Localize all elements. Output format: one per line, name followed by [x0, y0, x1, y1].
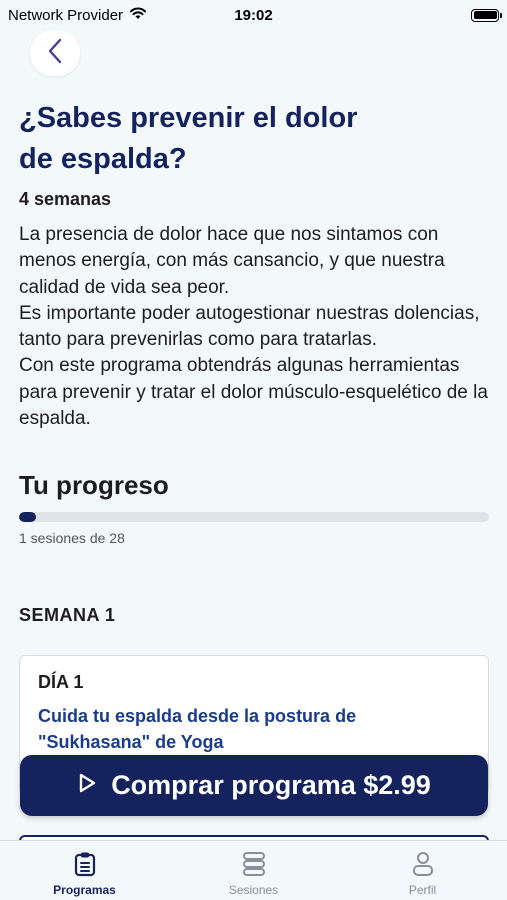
stack-icon — [241, 850, 267, 878]
description-paragraph: Con este programa obtendrás algunas herr… — [19, 355, 488, 430]
progress-bar — [19, 512, 489, 522]
tab-bar: Programas Sesiones Perfil — [0, 840, 507, 900]
progress-text: 1 sesiones de 28 — [19, 530, 125, 546]
progress-title: Tu progreso — [19, 470, 169, 500]
session-link[interactable]: Cuida tu espalda desde la postura de "Su… — [38, 703, 458, 755]
status-bar: Network Provider 19:02 — [0, 0, 507, 30]
program-description: La presencia de dolor hace que nos sinta… — [19, 222, 489, 432]
tab-label: Perfil — [408, 883, 437, 897]
clipboard-icon — [72, 850, 98, 878]
tab-programas[interactable]: Programas — [0, 841, 169, 900]
description-paragraph: La presencia de dolor hace que nos sinta… — [19, 224, 445, 298]
person-icon — [410, 850, 436, 878]
page-title: ¿Sabes prevenir el dolor de espalda? — [19, 98, 479, 180]
carrier-label: Network Provider — [8, 6, 124, 24]
status-left: Network Provider — [8, 6, 147, 24]
buy-program-label: Comprar programa $2.99 — [111, 770, 431, 800]
day-label: DÍA 1 — [38, 672, 84, 692]
page-title-line2: de espalda? — [19, 143, 187, 175]
program-duration: 4 semanas — [19, 189, 112, 209]
tab-label: Programas — [53, 883, 116, 897]
tab-perfil[interactable]: Perfil — [338, 841, 507, 900]
back-button[interactable] — [30, 30, 80, 76]
wifi-icon — [129, 6, 147, 24]
week-label: SEMANA 1 — [19, 605, 116, 625]
description-paragraph: Es importante poder autogestionar nuestr… — [19, 302, 480, 351]
page-title-line1: ¿Sabes prevenir el dolor — [19, 102, 358, 134]
play-outline-icon — [77, 770, 97, 801]
buy-program-button[interactable]: Comprar programa $2.99 — [20, 755, 488, 816]
battery-icon — [471, 8, 502, 22]
tab-label: Sesiones — [228, 883, 279, 897]
tab-sesiones[interactable]: Sesiones — [169, 841, 338, 900]
chevron-left-icon — [47, 38, 63, 69]
progress-bar-fill — [19, 512, 36, 522]
